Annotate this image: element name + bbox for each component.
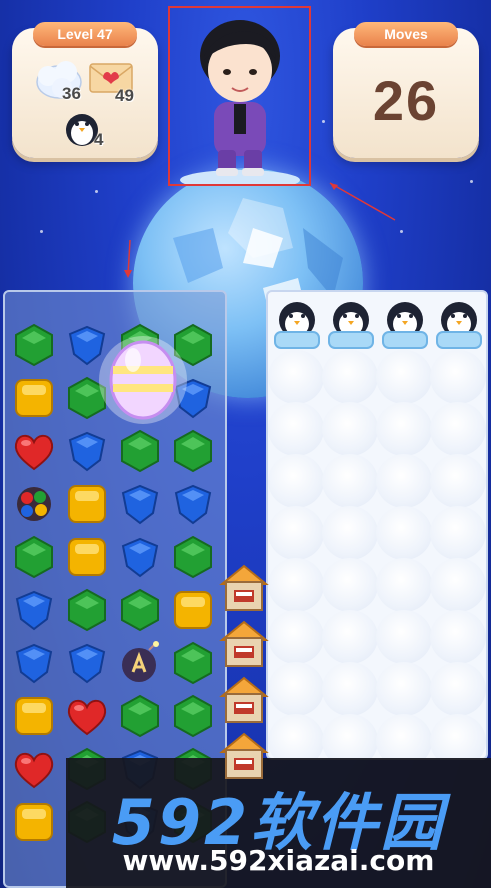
level-title: Level 47 xyxy=(33,22,137,46)
character-avatar xyxy=(180,20,300,190)
gem-tile[interactable] xyxy=(64,481,110,527)
star xyxy=(400,230,403,233)
gem-tile[interactable] xyxy=(64,534,110,580)
gem-tile[interactable] xyxy=(117,587,163,633)
mailbox-house-blocker[interactable] xyxy=(218,562,270,614)
snow-cloud-tile[interactable] xyxy=(376,714,432,758)
snow-cloud-tile[interactable] xyxy=(430,402,486,456)
gem-tile[interactable] xyxy=(64,693,110,739)
snow-cloud-tile[interactable] xyxy=(376,454,432,508)
snow-cloud-tile[interactable] xyxy=(376,662,432,716)
snow-cloud-tile[interactable] xyxy=(268,610,324,664)
gem-tile[interactable] xyxy=(64,428,110,474)
snow-cloud-tile[interactable] xyxy=(322,350,378,404)
snow-cloud-tile[interactable] xyxy=(268,662,324,716)
egg-booster[interactable] xyxy=(97,330,189,428)
moves-card: Moves 26 xyxy=(333,22,479,158)
gem-tile[interactable] xyxy=(170,481,216,527)
snow-cloud-tile[interactable] xyxy=(430,506,486,560)
snow-cloud-tile[interactable] xyxy=(376,402,432,456)
mailbox-house-blocker[interactable] xyxy=(218,618,270,670)
gem-tile[interactable] xyxy=(11,375,57,421)
goal-penguin-count: 4 xyxy=(94,130,104,149)
snow-board[interactable] xyxy=(266,290,488,760)
snow-cloud-tile[interactable] xyxy=(430,610,486,664)
snow-cloud-tile[interactable] xyxy=(322,558,378,612)
gem-tile[interactable] xyxy=(64,587,110,633)
snow-cloud-tile[interactable] xyxy=(322,506,378,560)
gem-tile[interactable] xyxy=(170,534,216,580)
snow-cloud-tile[interactable] xyxy=(430,662,486,716)
gem-tile[interactable] xyxy=(11,799,57,845)
snow-cloud-tile[interactable] xyxy=(430,714,486,758)
gem-tile[interactable] xyxy=(11,322,57,368)
star xyxy=(95,190,98,193)
snow-cloud-tile[interactable] xyxy=(268,350,324,404)
level-goals-card: Level 47 36 49 4 xyxy=(12,22,158,158)
gem-tile[interactable] xyxy=(170,640,216,686)
snow-cloud-tile[interactable] xyxy=(268,558,324,612)
snow-cloud-tile[interactable] xyxy=(322,454,378,508)
snow-cloud-tile[interactable] xyxy=(430,350,486,404)
character-highlight-box xyxy=(168,6,311,190)
snow-cloud-tile[interactable] xyxy=(322,714,378,758)
goal-snow-count: 36 xyxy=(62,84,81,103)
watermark-banner: 592软件园 www.592xiazai.com xyxy=(66,758,491,888)
gem-tile[interactable] xyxy=(64,640,110,686)
gem-tile[interactable] xyxy=(11,746,57,792)
moves-title: Moves xyxy=(354,22,458,46)
penguin-ice-tile[interactable] xyxy=(380,298,430,350)
snow-cloud-tile[interactable] xyxy=(430,454,486,508)
gem-tile[interactable] xyxy=(11,640,57,686)
watermark-url: www.592xiazai.com xyxy=(122,844,435,877)
gem-tile[interactable] xyxy=(170,693,216,739)
gem-tile[interactable] xyxy=(11,534,57,580)
snow-cloud-tile[interactable] xyxy=(268,506,324,560)
snow-cloud-tile[interactable] xyxy=(376,610,432,664)
goal-snow: 36 xyxy=(34,58,94,108)
annotation-arrow xyxy=(124,240,132,278)
snow-cloud-tile[interactable] xyxy=(322,662,378,716)
gem-tile[interactable] xyxy=(170,587,216,633)
snow-cloud-tile[interactable] xyxy=(268,714,324,758)
gem-tile[interactable] xyxy=(170,428,216,474)
gem-tile[interactable] xyxy=(11,587,57,633)
star xyxy=(470,180,473,183)
penguin-ice-tile[interactable] xyxy=(326,298,376,350)
gem-tile[interactable] xyxy=(117,640,163,686)
snow-cloud-tile[interactable] xyxy=(376,506,432,560)
gem-tile[interactable] xyxy=(117,693,163,739)
star xyxy=(40,230,43,233)
snow-cloud-tile[interactable] xyxy=(268,454,324,508)
snow-cloud-tile[interactable] xyxy=(376,350,432,404)
mailbox-house-blocker[interactable] xyxy=(218,674,270,726)
goal-letter-count: 49 xyxy=(115,86,134,105)
gem-tile[interactable] xyxy=(11,693,57,739)
snow-cloud-tile[interactable] xyxy=(430,558,486,612)
penguin-ice-tile[interactable] xyxy=(272,298,322,350)
annotation-arrow xyxy=(329,182,396,221)
snow-cloud-tile[interactable] xyxy=(322,610,378,664)
snow-cloud-tile[interactable] xyxy=(268,402,324,456)
goal-letter: 49 xyxy=(88,60,148,110)
star xyxy=(322,120,325,123)
gem-tile[interactable] xyxy=(117,481,163,527)
moves-counter: 26 xyxy=(372,69,440,132)
mailbox-house-blocker[interactable] xyxy=(218,730,270,782)
snow-cloud-tile[interactable] xyxy=(376,558,432,612)
gem-tile[interactable] xyxy=(11,481,57,527)
gem-tile[interactable] xyxy=(117,428,163,474)
snow-cloud-tile[interactable] xyxy=(322,402,378,456)
goal-penguin: 4 xyxy=(62,106,122,156)
gem-tile[interactable] xyxy=(11,428,57,474)
gem-tile[interactable] xyxy=(117,534,163,580)
penguin-ice-tile[interactable] xyxy=(434,298,484,350)
